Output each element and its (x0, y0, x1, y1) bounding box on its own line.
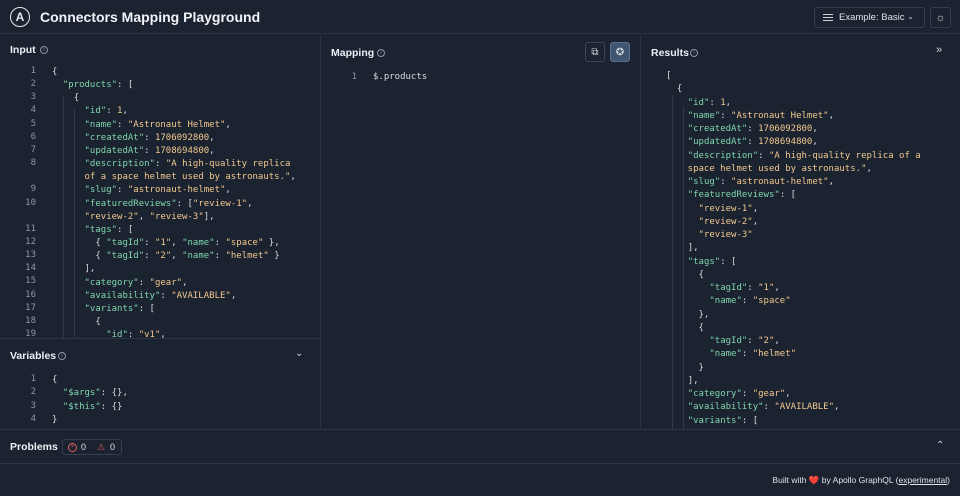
footer: Built with ❤️ by Apollo GraphQL (experim… (772, 475, 950, 486)
line-number: 11 (25, 223, 36, 234)
line-number: 16 (25, 289, 36, 300)
warning-icon: ⚠ (97, 442, 106, 452)
problems-bar: Problems × 0 ⚠ 0 ⌃ (0, 429, 960, 464)
example-select[interactable]: Example: Basic ⌄ (814, 7, 925, 28)
theme-toggle-button[interactable]: ☼ (930, 7, 951, 28)
copy-icon: ⧉ (591, 46, 599, 58)
line-number: 2 (30, 387, 36, 398)
line-number: 1 (30, 374, 36, 384)
sun-icon: ☼ (935, 11, 946, 24)
input-editor[interactable]: { "products": [ { "id": 1, "name": "Astr… (52, 66, 296, 342)
info-icon[interactable]: i (377, 49, 385, 57)
line-number: 14 (25, 263, 36, 274)
results-output: [ { "id": 1, "name": "Astronaut Helmet",… (666, 71, 921, 426)
debug-toggle-button[interactable]: ✪ (610, 42, 630, 62)
results-pane: Results i » [ { "id": 1, "name": "Astron… (641, 35, 960, 429)
line-number: 15 (25, 276, 36, 287)
apollo-logo-icon: A (10, 7, 30, 27)
line-number: 3 (30, 92, 36, 103)
line-number: 9 (30, 184, 36, 195)
line-number: 7 (30, 144, 36, 155)
expand-panel-icon[interactable]: » (936, 44, 942, 56)
collapse-chevron-icon[interactable]: ⌄ (295, 348, 303, 359)
line-number: 8 (30, 158, 36, 169)
mapping-pane: Mapping i ⧉ ✪ 1 $.products (321, 35, 641, 429)
line-number: 1 (30, 66, 36, 76)
mapping-line-number: 1 (351, 72, 357, 82)
line-number: 3 (30, 400, 36, 411)
info-icon[interactable]: i (40, 46, 48, 54)
footer-prefix: Built with (772, 475, 807, 485)
input-pane: Input i 1 2 3 4 5 6 7 8 9 10 11 12 13 14 15 16 17 18 19 { … (0, 35, 321, 342)
mapping-title: Mapping (331, 47, 375, 59)
line-number: 4 (30, 105, 36, 116)
chevron-down-icon: ⌄ (907, 12, 914, 21)
results-title: Results (651, 47, 689, 59)
variables-pane: Variables i ⌄ 1 2 3 4 { "$args": {}, "$this… (0, 340, 321, 429)
mapping-editor[interactable]: $.products (373, 72, 427, 82)
bug-icon: ✪ (615, 46, 625, 58)
info-icon[interactable]: i (58, 352, 66, 360)
line-number: 5 (30, 118, 36, 129)
line-number: 4 (30, 413, 36, 424)
variables-title: Variables (10, 350, 57, 362)
example-label: Example: (839, 12, 879, 23)
experimental-link[interactable]: experimental (898, 475, 947, 485)
app-header: A Connectors Mapping Playground Example:… (0, 0, 960, 34)
warning-count: 0 (110, 442, 116, 452)
list-icon (823, 13, 833, 22)
footer-by: by Apollo GraphQL ( (821, 475, 899, 485)
variables-editor[interactable]: { "$args": {}, "$this": {} } (52, 374, 128, 427)
expand-problems-icon[interactable]: ⌃ (936, 440, 944, 451)
error-count: 0 (81, 442, 87, 452)
line-number: 18 (25, 315, 36, 326)
example-value: Basic (881, 12, 905, 23)
line-number: 17 (25, 302, 36, 313)
line-number: 6 (30, 131, 36, 142)
error-icon: × (68, 443, 77, 452)
line-number: 19 (25, 329, 36, 339)
problems-count-button[interactable]: × 0 ⚠ 0 (62, 439, 122, 455)
app-title: Connectors Mapping Playground (40, 9, 261, 25)
line-number: 10 (25, 197, 36, 208)
footer-suffix: ) (947, 475, 950, 485)
copy-button[interactable]: ⧉ (585, 42, 605, 62)
heart-icon: ❤️ (808, 475, 820, 485)
input-title: Input (10, 44, 36, 56)
line-number: 13 (25, 250, 36, 261)
problems-title: Problems (10, 441, 58, 453)
line-number: 2 (30, 79, 36, 90)
info-icon[interactable]: i (690, 49, 698, 57)
line-number: 12 (25, 236, 36, 247)
